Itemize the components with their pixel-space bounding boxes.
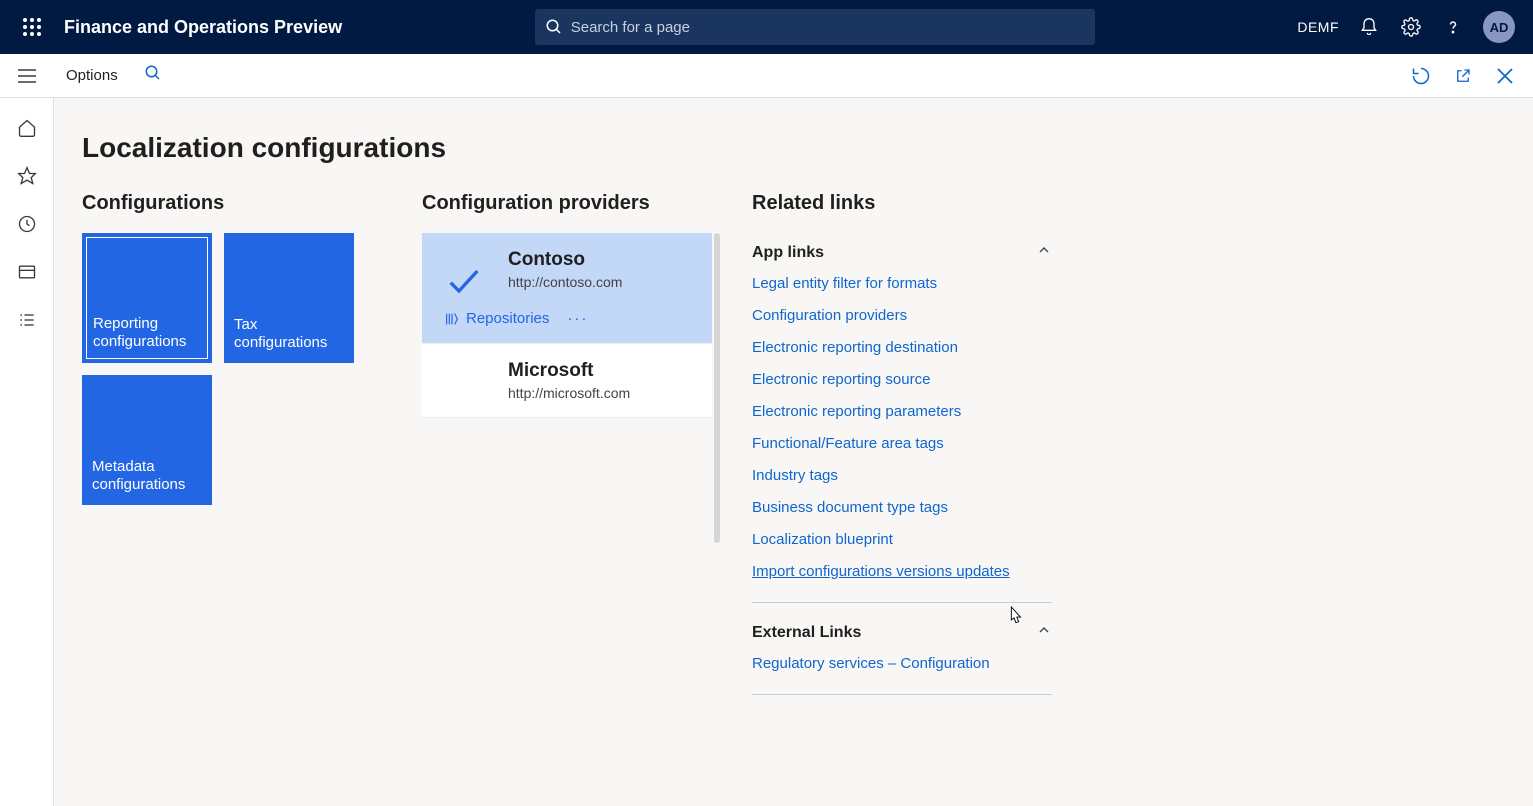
clock-icon[interactable] bbox=[15, 212, 39, 236]
gear-icon[interactable] bbox=[1399, 15, 1423, 39]
provider-row[interactable]: Microsoft http://microsoft.com bbox=[422, 344, 712, 418]
link-business-doc-tags[interactable]: Business document type tags bbox=[752, 499, 1052, 516]
scrollbar[interactable] bbox=[714, 233, 720, 543]
repository-icon bbox=[444, 311, 460, 327]
action-bar: Options bbox=[0, 54, 1533, 98]
chevron-up-icon[interactable] bbox=[1036, 242, 1052, 263]
related-links-section: Related links App links Legal entity fil… bbox=[752, 192, 1052, 705]
left-rail bbox=[0, 98, 54, 806]
tile-tax-configurations[interactable]: Tax configurations bbox=[224, 233, 354, 363]
provider-url: http://microsoft.com bbox=[508, 385, 694, 401]
tile-label: Metadata configurations bbox=[92, 458, 202, 496]
link-er-destination[interactable]: Electronic reporting destination bbox=[752, 339, 1052, 356]
search-input[interactable] bbox=[571, 19, 1085, 36]
page-title: Localization configurations bbox=[82, 132, 1505, 164]
menu-toggle-icon[interactable] bbox=[0, 68, 54, 84]
link-er-parameters[interactable]: Electronic reporting parameters bbox=[752, 403, 1052, 420]
tile-reporting-configurations[interactable]: Reporting configurations bbox=[82, 233, 212, 363]
repositories-link[interactable]: Repositories bbox=[444, 310, 549, 327]
link-er-source[interactable]: Electronic reporting source bbox=[752, 371, 1052, 388]
divider bbox=[752, 602, 1052, 603]
provider-name: Contoso bbox=[508, 249, 694, 271]
link-import-configurations-updates[interactable]: Import configurations versions updates bbox=[752, 563, 1052, 580]
link-legal-entity-filter[interactable]: Legal entity filter for formats bbox=[752, 275, 1052, 292]
more-icon[interactable]: ··· bbox=[567, 310, 588, 327]
help-icon[interactable] bbox=[1441, 15, 1465, 39]
company-code[interactable]: DEMF bbox=[1297, 19, 1339, 35]
avatar[interactable]: AD bbox=[1483, 11, 1515, 43]
configurations-heading: Configurations bbox=[82, 192, 382, 215]
external-links-heading: External Links bbox=[752, 624, 861, 642]
app-links-heading: App links bbox=[752, 244, 824, 262]
search-box[interactable] bbox=[535, 9, 1095, 45]
close-icon[interactable] bbox=[1491, 62, 1519, 90]
link-industry-tags[interactable]: Industry tags bbox=[752, 467, 1052, 484]
link-localization-blueprint[interactable]: Localization blueprint bbox=[752, 531, 1052, 548]
link-functional-tags[interactable]: Functional/Feature area tags bbox=[752, 435, 1052, 452]
app-launcher-icon[interactable] bbox=[8, 18, 56, 36]
modules-icon[interactable] bbox=[15, 308, 39, 332]
chevron-up-icon[interactable] bbox=[1036, 622, 1052, 643]
link-regulatory-services[interactable]: Regulatory services – Configuration bbox=[752, 655, 1052, 672]
refresh-icon[interactable] bbox=[1407, 62, 1435, 90]
options-menu[interactable]: Options bbox=[66, 67, 118, 84]
provider-row[interactable]: Contoso http://contoso.com Repositories … bbox=[422, 233, 712, 344]
providers-heading: Configuration providers bbox=[422, 192, 712, 215]
workspace-icon[interactable] bbox=[15, 260, 39, 284]
link-configuration-providers[interactable]: Configuration providers bbox=[752, 307, 1052, 324]
configurations-section: Configurations Reporting configurations … bbox=[82, 192, 382, 505]
check-icon bbox=[444, 261, 484, 306]
divider bbox=[752, 694, 1052, 695]
app-title: Finance and Operations Preview bbox=[64, 17, 342, 38]
search-icon bbox=[545, 18, 563, 36]
actionbar-search-icon[interactable] bbox=[144, 64, 162, 87]
provider-name: Microsoft bbox=[508, 360, 694, 382]
tile-label: Tax configurations bbox=[234, 316, 344, 354]
tile-label: Reporting configurations bbox=[93, 315, 201, 353]
bell-icon[interactable] bbox=[1357, 15, 1381, 39]
tile-metadata-configurations[interactable]: Metadata configurations bbox=[82, 375, 212, 505]
star-icon[interactable] bbox=[15, 164, 39, 188]
popout-icon[interactable] bbox=[1449, 62, 1477, 90]
providers-section: Configuration providers Contoso http://c… bbox=[422, 192, 712, 418]
home-icon[interactable] bbox=[15, 116, 39, 140]
top-nav: Finance and Operations Preview DEMF AD bbox=[0, 0, 1533, 54]
related-links-heading: Related links bbox=[752, 192, 1052, 215]
provider-url: http://contoso.com bbox=[508, 274, 694, 290]
